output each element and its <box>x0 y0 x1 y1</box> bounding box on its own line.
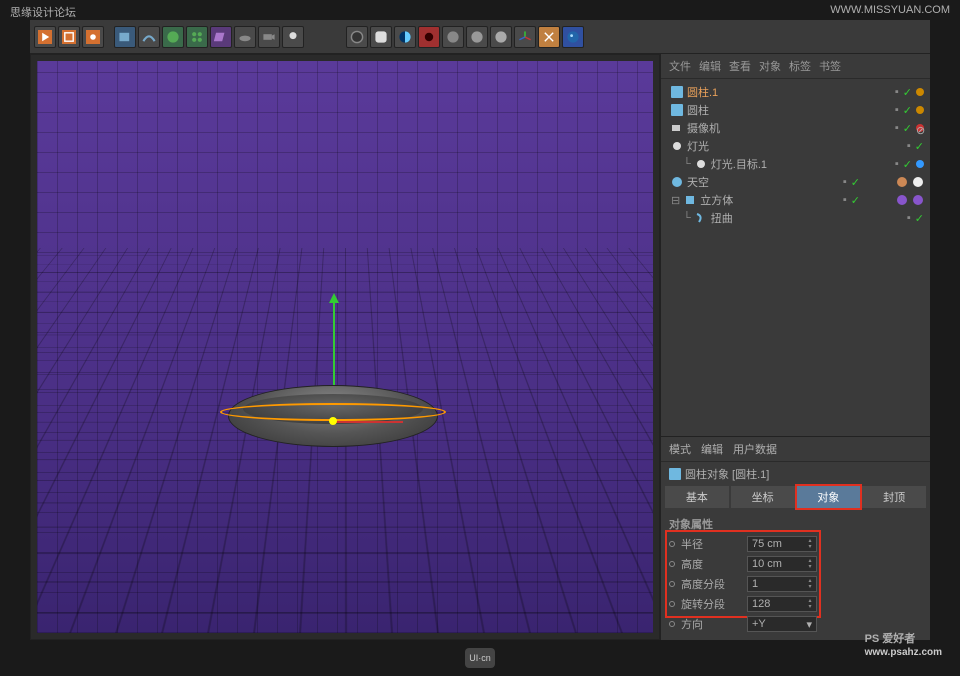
attr-tabs: 基本 坐标 对象 封顶 <box>661 486 930 508</box>
prop-radius-input[interactable]: 75 cm▴▾ <box>747 536 817 552</box>
spline-button[interactable] <box>138 26 160 48</box>
prop-rseg-label: 旋转分段 <box>681 596 741 612</box>
site-url: WWW.MISSYUAN.COM <box>830 4 950 20</box>
deformer-button[interactable] <box>210 26 232 48</box>
tree-item[interactable]: 圆柱.1▪✓ <box>667 83 924 101</box>
snap-button[interactable] <box>538 26 560 48</box>
prop-rseg-input[interactable]: 128▴▾ <box>747 596 817 612</box>
shading-ball-3[interactable] <box>490 26 512 48</box>
display-gouraud-button[interactable] <box>346 26 368 48</box>
attribute-manager: 模式 编辑 用户数据 圆柱对象 [圆柱.1] 基本 坐标 对象 封顶 对象属性 <box>661 436 930 640</box>
prop-radius-label: 半径 <box>681 536 741 552</box>
render-view-button[interactable] <box>34 26 56 48</box>
cylinder-object[interactable] <box>228 385 438 447</box>
render-region-button[interactable] <box>58 26 80 48</box>
axis-button[interactable] <box>514 26 536 48</box>
display-hidden-button[interactable] <box>418 26 440 48</box>
prop-hseg-input[interactable]: 1▴▾ <box>747 576 817 592</box>
nurbs-button[interactable] <box>162 26 184 48</box>
attr-object-title: 圆柱对象 [圆柱.1] <box>661 462 930 486</box>
om-menu-bookmarks[interactable]: 书签 <box>819 58 841 74</box>
display-quick-button[interactable] <box>370 26 392 48</box>
site-title: 思缘设计论坛 <box>10 4 76 20</box>
uicn-logo: UI·cn <box>465 648 495 668</box>
attr-menu-edit[interactable]: 编辑 <box>701 441 723 457</box>
tree-item[interactable]: └灯光.目标.1▪✓ <box>667 155 924 173</box>
tree-item[interactable]: 天空▪✓ <box>667 173 924 191</box>
display-constant-button[interactable] <box>394 26 416 48</box>
prop-orientation-label: 方向 <box>681 616 741 632</box>
object-manager-tree[interactable]: 圆柱.1▪✓ 圆柱▪✓ 摄像机▪✓⊘ 灯光▪✓ └灯光.目标.1▪✓ 天空▪✓ … <box>661 79 930 259</box>
c4d-window: 文件 编辑 查看 对象 标签 书签 圆柱.1▪✓ 圆柱▪✓ 摄像机▪✓⊘ 灯光▪… <box>30 20 930 640</box>
attr-menu-userdata[interactable]: 用户数据 <box>733 441 777 457</box>
tree-item[interactable]: └扭曲▪✓ <box>667 209 924 227</box>
om-menu-tags[interactable]: 标签 <box>789 58 811 74</box>
tab-basic[interactable]: 基本 <box>665 486 729 508</box>
environment-button[interactable] <box>234 26 256 48</box>
render-settings-button[interactable] <box>82 26 104 48</box>
prop-orientation-select[interactable]: +Y▾ <box>747 616 817 632</box>
tab-object[interactable]: 对象 <box>797 486 861 508</box>
x-axis-gizmo[interactable] <box>333 421 403 423</box>
prop-height-input[interactable]: 10 cm▴▾ <box>747 556 817 572</box>
tree-item[interactable]: 摄像机▪✓⊘ <box>667 119 924 137</box>
prop-height-label: 高度 <box>681 556 741 572</box>
axis-center[interactable] <box>329 417 337 425</box>
footer: UI·cn <box>0 648 960 668</box>
tree-item[interactable]: 灯光▪✓ <box>667 137 924 155</box>
right-panel: 文件 编辑 查看 对象 标签 书签 圆柱.1▪✓ 圆柱▪✓ 摄像机▪✓⊘ 灯光▪… <box>660 54 930 640</box>
om-menu-view[interactable]: 查看 <box>729 58 751 74</box>
tree-item[interactable]: ⊟立方体▪✓ <box>667 191 924 209</box>
3d-viewport[interactable] <box>30 54 660 640</box>
om-menu-edit[interactable]: 编辑 <box>699 58 721 74</box>
tab-coord[interactable]: 坐标 <box>731 486 795 508</box>
viewport-scene <box>37 61 653 633</box>
main-toolbar <box>30 20 930 54</box>
shading-ball-2[interactable] <box>466 26 488 48</box>
array-button[interactable] <box>186 26 208 48</box>
shading-ball-1[interactable] <box>442 26 464 48</box>
prop-hseg-label: 高度分段 <box>681 576 741 592</box>
cube-primitive-button[interactable] <box>114 26 136 48</box>
camera-button[interactable] <box>258 26 280 48</box>
material-ball-button[interactable] <box>562 26 584 48</box>
tree-item[interactable]: 圆柱▪✓ <box>667 101 924 119</box>
om-menu-file[interactable]: 文件 <box>669 58 691 74</box>
object-manager-menu: 文件 编辑 查看 对象 标签 书签 <box>661 54 930 79</box>
tab-caps[interactable]: 封顶 <box>862 486 926 508</box>
watermark: PS 爱好者 www.psahz.com <box>865 629 942 658</box>
attr-menu-mode[interactable]: 模式 <box>669 441 691 457</box>
om-menu-objects[interactable]: 对象 <box>759 58 781 74</box>
light-button[interactable] <box>282 26 304 48</box>
props-section-title: 对象属性 <box>669 514 922 534</box>
empty-panel-area <box>661 259 930 436</box>
